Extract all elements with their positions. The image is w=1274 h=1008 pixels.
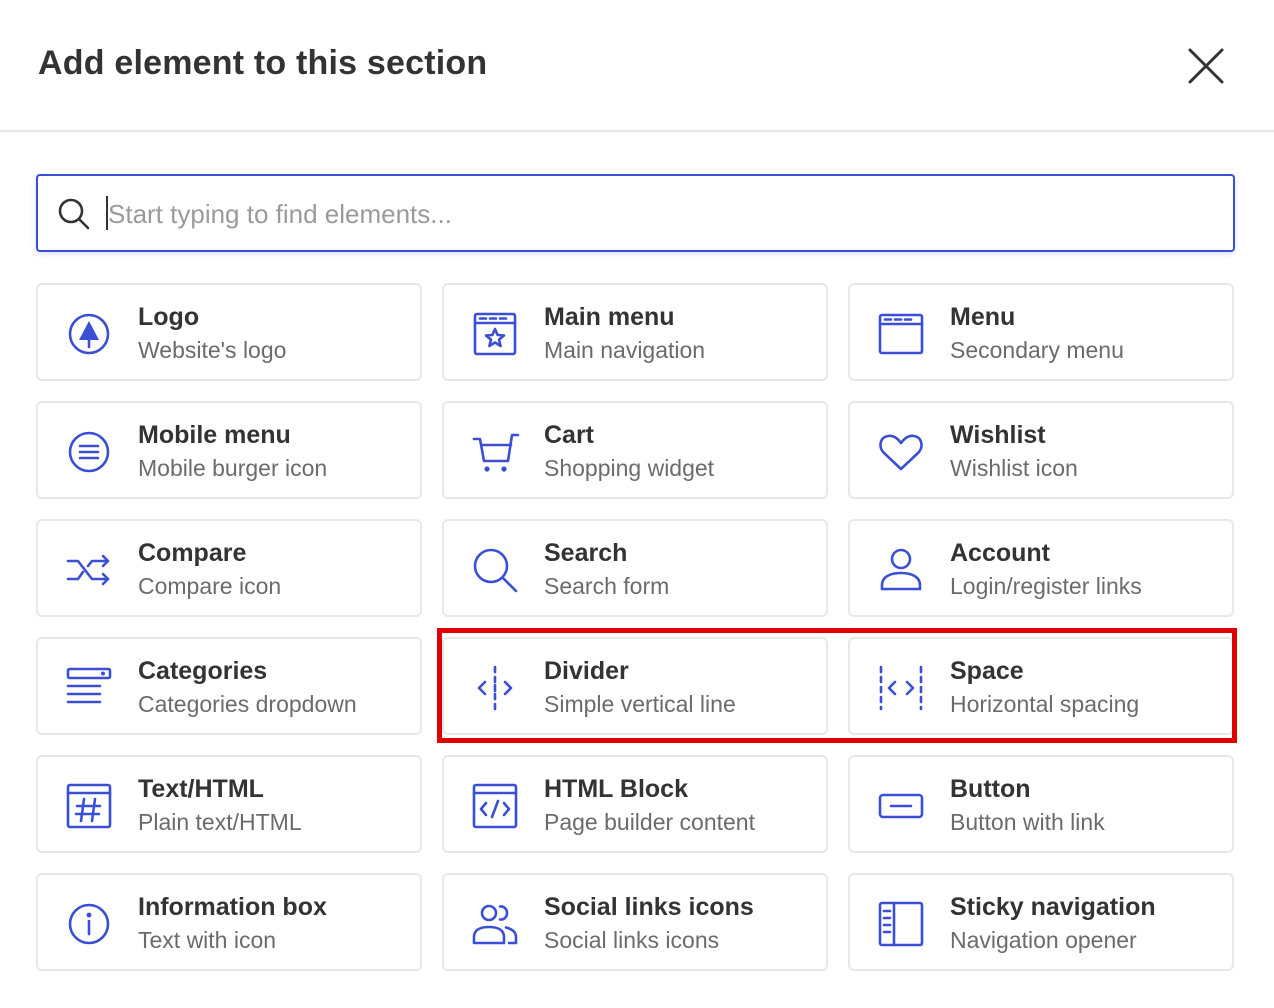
- element-title: Wishlist: [950, 421, 1046, 449]
- code-window-icon: [470, 781, 520, 831]
- main-menu-icon: [470, 309, 520, 359]
- element-title: Mobile menu: [138, 421, 291, 449]
- element-card-account[interactable]: Account Login/register links: [848, 519, 1234, 617]
- element-subtitle: Simple vertical line: [544, 691, 736, 717]
- element-title: Space: [950, 657, 1024, 685]
- element-title: Cart: [544, 421, 595, 449]
- element-title: Logo: [138, 303, 200, 331]
- element-title: HTML Block: [544, 775, 688, 803]
- cart-icon: [470, 427, 520, 477]
- element-card-information-box[interactable]: Information box Text with icon: [36, 873, 422, 971]
- element-subtitle: Search form: [544, 573, 670, 599]
- element-subtitle: Main navigation: [544, 337, 706, 363]
- element-subtitle: Website's logo: [138, 337, 287, 363]
- menu-window-icon: [876, 309, 926, 359]
- search-input[interactable]: [106, 190, 1210, 238]
- element-title: Search: [544, 539, 628, 567]
- element-card-main-menu[interactable]: Main menu Main navigation: [442, 283, 828, 381]
- element-card-compare[interactable]: Compare Compare icon: [36, 519, 422, 617]
- element-subtitle: Page builder content: [544, 809, 755, 835]
- close-button[interactable]: [1184, 44, 1228, 88]
- element-title: Categories: [138, 657, 268, 685]
- element-card-cart[interactable]: Cart Shopping widget: [442, 401, 828, 499]
- shuffle-icon: [64, 545, 114, 595]
- element-card-mobile-menu[interactable]: Mobile menu Mobile burger icon: [36, 401, 422, 499]
- element-title: Main menu: [544, 303, 675, 331]
- close-icon: [1188, 48, 1224, 84]
- text-cursor: [106, 196, 108, 230]
- user-icon: [876, 545, 926, 595]
- element-card-divider[interactable]: Divider Simple vertical line: [442, 637, 828, 735]
- divider-icon: [470, 663, 520, 713]
- search-box: [36, 174, 1235, 252]
- element-subtitle: Wishlist icon: [950, 455, 1078, 481]
- element-subtitle: Plain text/HTML: [138, 809, 302, 835]
- element-subtitle: Compare icon: [138, 573, 282, 599]
- heart-icon: [876, 427, 926, 477]
- element-title: Information box: [138, 893, 327, 921]
- element-card-text-html[interactable]: Text/HTML Plain text/HTML: [36, 755, 422, 853]
- element-title: Sticky navigation: [950, 893, 1156, 921]
- element-subtitle: Social links icons: [544, 927, 720, 953]
- element-card-wishlist[interactable]: Wishlist Wishlist icon: [848, 401, 1234, 499]
- search-icon: [58, 198, 90, 230]
- dialog-title: Add element to this section: [38, 44, 488, 82]
- element-subtitle: Text with icon: [138, 927, 277, 953]
- info-icon: [64, 899, 114, 949]
- logo-icon: [64, 309, 114, 359]
- hashtag-icon: [64, 781, 114, 831]
- element-card-space[interactable]: Space Horizontal spacing: [848, 637, 1234, 735]
- button-icon: [876, 781, 926, 831]
- element-card-search[interactable]: Search Search form: [442, 519, 828, 617]
- element-subtitle: Shopping widget: [544, 455, 715, 481]
- element-subtitle: Button with link: [950, 809, 1105, 835]
- element-title: Divider: [544, 657, 629, 685]
- element-subtitle: Login/register links: [950, 573, 1142, 599]
- element-title: Menu: [950, 303, 1016, 331]
- element-card-button[interactable]: Button Button with link: [848, 755, 1234, 853]
- element-title: Account: [950, 539, 1050, 567]
- element-title: Compare: [138, 539, 247, 567]
- search-icon: [470, 545, 520, 595]
- element-card-categories[interactable]: Categories Categories dropdown: [36, 637, 422, 735]
- element-card-social-links[interactable]: Social links icons Social links icons: [442, 873, 828, 971]
- element-title: Text/HTML: [138, 775, 264, 803]
- element-subtitle: Secondary menu: [950, 337, 1124, 363]
- element-title: Button: [950, 775, 1031, 803]
- categories-icon: [64, 663, 114, 713]
- dialog-header: Add element to this section: [0, 0, 1274, 132]
- element-card-html-block[interactable]: HTML Block Page builder content: [442, 755, 828, 853]
- burger-icon: [64, 427, 114, 477]
- element-card-sticky-navigation[interactable]: Sticky navigation Navigation opener: [848, 873, 1234, 971]
- element-subtitle: Navigation opener: [950, 927, 1137, 953]
- element-title: Social links icons: [544, 893, 754, 921]
- users-icon: [470, 899, 520, 949]
- space-icon: [876, 663, 926, 713]
- element-card-logo[interactable]: Logo Website's logo: [36, 283, 422, 381]
- element-card-menu[interactable]: Menu Secondary menu: [848, 283, 1234, 381]
- element-subtitle: Mobile burger icon: [138, 455, 328, 481]
- sidebar-icon: [876, 899, 926, 949]
- element-subtitle: Categories dropdown: [138, 691, 357, 717]
- element-subtitle: Horizontal spacing: [950, 691, 1140, 717]
